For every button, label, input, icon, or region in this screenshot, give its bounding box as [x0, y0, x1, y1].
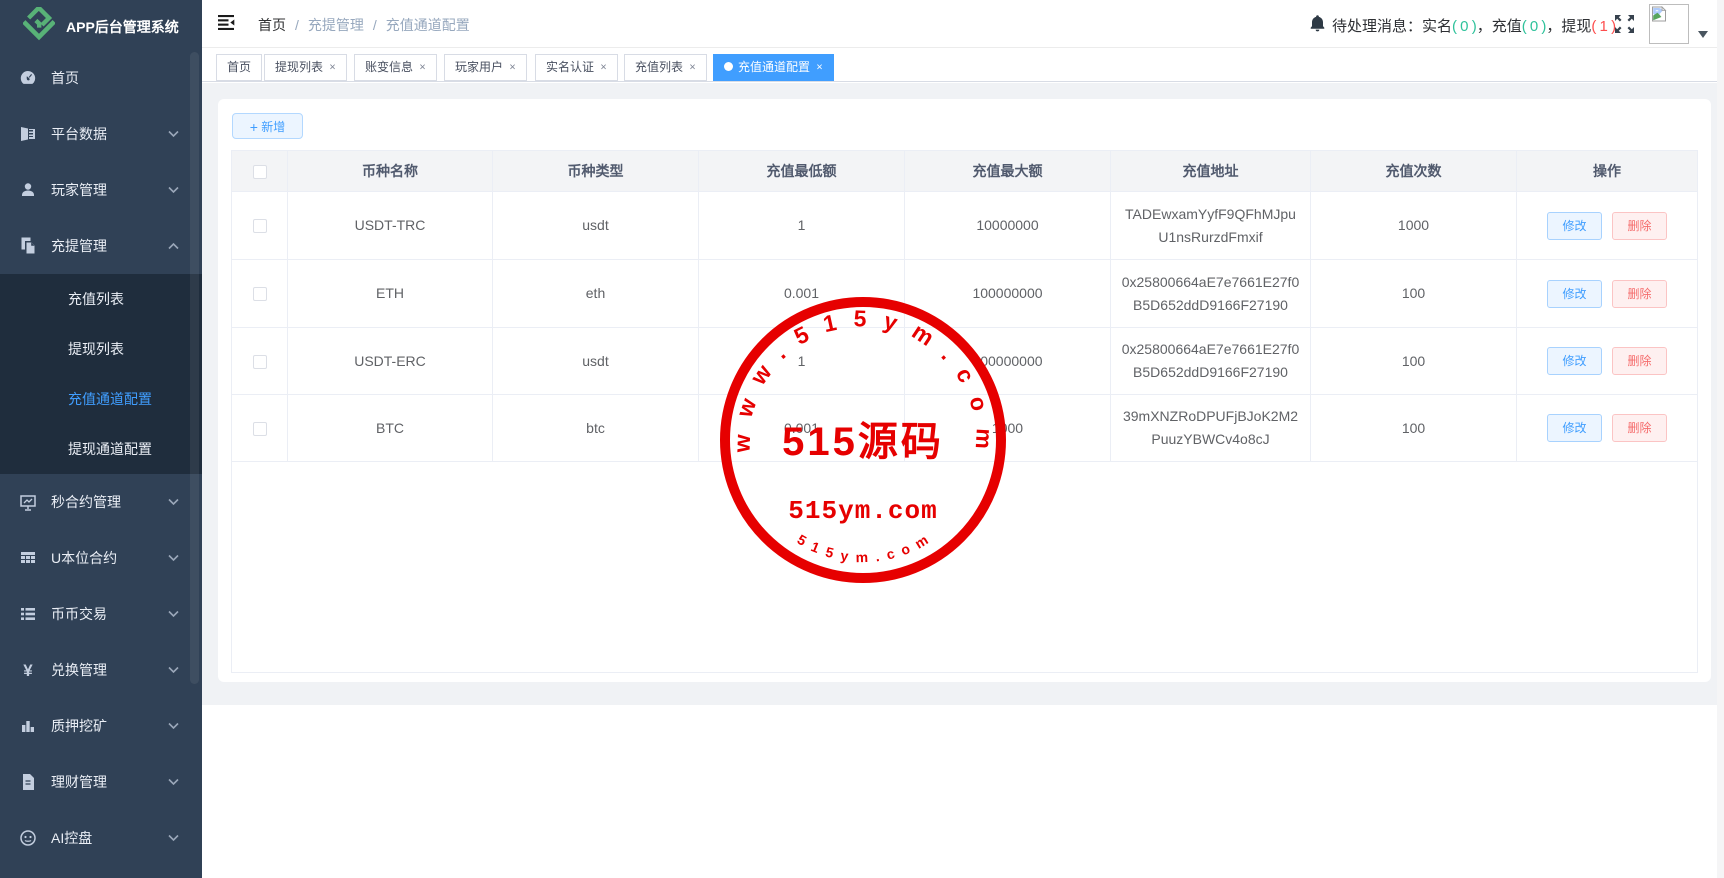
svg-text:515ym.com: 515ym.com — [788, 496, 937, 526]
svg-text:515ym.com: 515ym.com — [795, 527, 938, 565]
svg-text:515源码: 515源码 — [782, 420, 944, 464]
svg-text:¥: ¥ — [23, 661, 33, 679]
